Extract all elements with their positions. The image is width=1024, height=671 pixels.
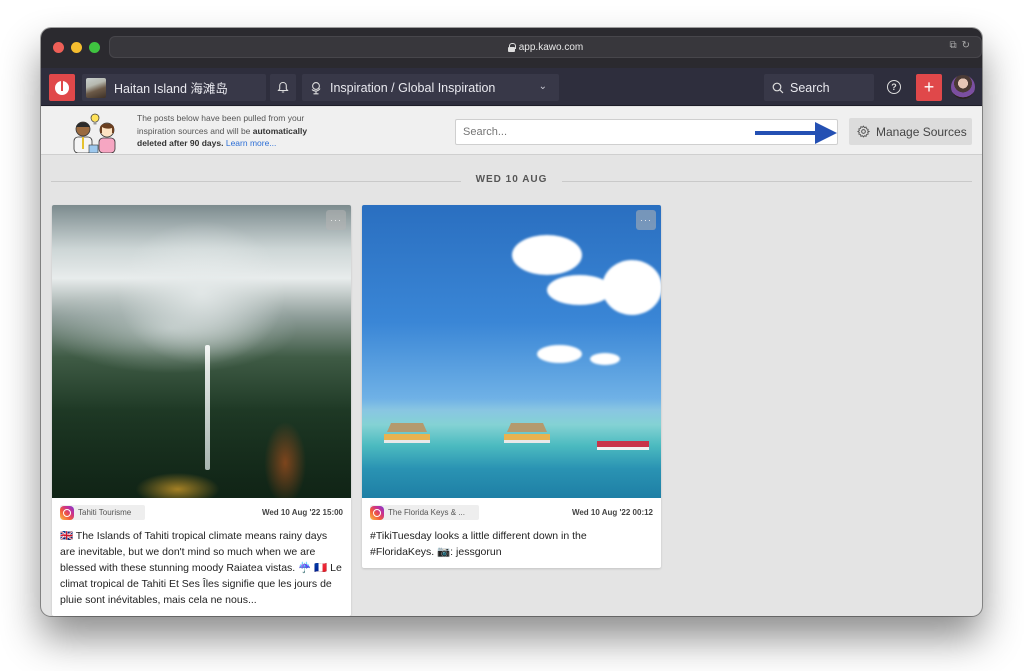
cloud xyxy=(512,235,582,275)
source-badge[interactable]: Tahiti Tourisme xyxy=(60,505,146,520)
learn-more-link[interactable]: Learn more... xyxy=(226,138,277,148)
tiki-boat xyxy=(384,423,432,443)
window-controls xyxy=(53,42,100,53)
post-image[interactable]: ··· xyxy=(52,205,351,498)
brand-avatar xyxy=(86,77,106,98)
tiki-boat xyxy=(504,423,552,443)
cloud xyxy=(590,353,620,365)
post-card[interactable]: ··· The Florida Keys & ... Wed 10 Aug '2… xyxy=(362,205,661,568)
kawo-logo-icon[interactable] xyxy=(49,74,75,101)
user-avatar[interactable] xyxy=(951,75,975,99)
date-separator: WED 10 AUG xyxy=(51,173,972,189)
translate-icon[interactable]: ⧉ xyxy=(949,40,956,51)
minimize-window-button[interactable] xyxy=(71,42,82,53)
source-badge[interactable]: The Florida Keys & ... xyxy=(370,505,479,520)
search-icon xyxy=(772,82,784,93)
speed-boat xyxy=(597,430,652,450)
manage-sources-label: Manage Sources xyxy=(876,124,967,139)
lock-icon xyxy=(507,42,516,52)
more-options-button[interactable]: ··· xyxy=(326,210,346,230)
cloud xyxy=(602,260,661,315)
global-search-button[interactable]: Search xyxy=(764,74,874,101)
reload-icon[interactable]: ↻ xyxy=(962,40,970,51)
section-selector[interactable]: Inspiration / Global Inspiration ⌄ xyxy=(302,74,559,101)
url-text: app.kawo.com xyxy=(518,41,584,53)
app-navbar: Haitan Island 海滩岛 Inspiration / Global I… xyxy=(41,68,982,106)
instagram-icon xyxy=(60,505,74,520)
section-label: Inspiration / Global Inspiration xyxy=(330,80,496,95)
more-options-button[interactable]: ··· xyxy=(636,210,656,230)
gear-icon xyxy=(857,125,870,138)
bell-icon xyxy=(277,81,289,93)
post-image[interactable]: ··· xyxy=(362,205,661,498)
people-illustration-icon xyxy=(73,113,116,153)
add-button[interactable]: + xyxy=(916,74,942,101)
waterfall-detail xyxy=(205,345,210,470)
post-caption: 🇬🇧 The Islands of Tahiti tropical climat… xyxy=(60,530,342,606)
brand-name: Haitan Island 海滩岛 xyxy=(114,82,228,96)
date-header: WED 10 AUG xyxy=(475,174,548,185)
source-name: The Florida Keys & ... xyxy=(388,508,465,517)
retention-notice: The posts below have been pulled from yo… xyxy=(137,112,337,150)
chevron-down-icon: ⌄ xyxy=(538,81,547,92)
instagram-icon xyxy=(370,505,384,520)
post-caption: #TikiTuesday looks a little different do… xyxy=(370,530,587,558)
globe-icon xyxy=(311,81,321,94)
maximize-window-button[interactable] xyxy=(89,42,100,53)
address-bar[interactable]: app.kawo.com xyxy=(109,36,982,58)
notifications-button[interactable] xyxy=(270,74,296,101)
help-icon[interactable]: ? xyxy=(887,80,901,94)
source-name: Tahiti Tourisme xyxy=(78,508,132,517)
post-timestamp: Wed 10 Aug '22 00:12 xyxy=(571,508,653,517)
post-meta: The Florida Keys & ... Wed 10 Aug '22 00… xyxy=(362,498,661,524)
post-meta: Tahiti Tourisme Wed 10 Aug '22 15:00 xyxy=(52,498,351,524)
browser-window: app.kawo.com ⧉ ↻ Haitan Island 海滩岛 Inspi… xyxy=(41,28,982,616)
close-window-button[interactable] xyxy=(53,42,64,53)
cloud xyxy=(537,345,582,363)
post-timestamp: Wed 10 Aug '22 15:00 xyxy=(261,508,343,517)
brand-switcher[interactable]: Haitan Island 海滩岛 xyxy=(82,74,266,101)
browser-titlebar: app.kawo.com ⧉ ↻ xyxy=(41,28,982,68)
manage-sources-button[interactable]: Manage Sources xyxy=(849,118,972,145)
post-card[interactable]: ··· Tahiti Tourisme Wed 10 Aug '22 15:00… xyxy=(52,205,351,616)
inspiration-info-bar: The posts below have been pulled from yo… xyxy=(41,107,982,155)
annotation-arrow-icon xyxy=(755,122,837,144)
search-label: Search xyxy=(790,80,830,95)
